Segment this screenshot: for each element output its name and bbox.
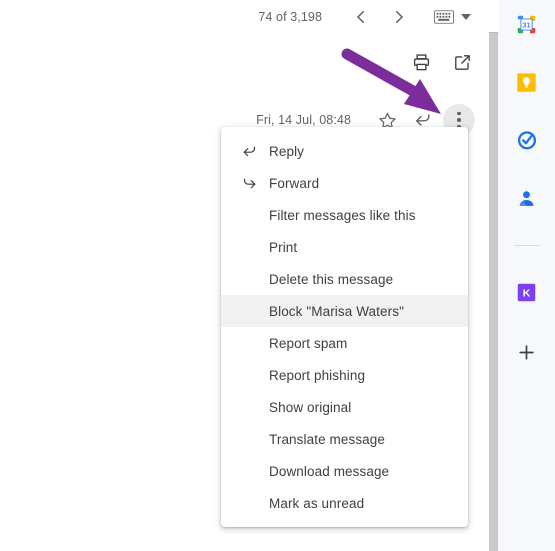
message-date-label: Fri, 14 Jul, 08:48 xyxy=(256,113,351,127)
rail-item-tasks[interactable] xyxy=(507,120,547,160)
keyboard-icon xyxy=(434,9,454,24)
menu-item-label: Filter messages like this xyxy=(269,207,416,223)
keep-notes-addon-icon: K xyxy=(517,283,536,301)
google-keep-icon xyxy=(517,72,536,92)
printer-icon xyxy=(413,54,430,71)
rail-divider xyxy=(513,245,540,246)
chevron-down-icon xyxy=(461,13,471,20)
menu-item-forward[interactable]: Forward xyxy=(221,167,468,199)
three-dots-vertical-icon xyxy=(457,111,461,129)
gmail-message-view: 74 of 3,198 Fri, 14 Jul, 08:48 Reply For… xyxy=(0,0,555,551)
menu-item-delete-this-message[interactable]: Delete this message xyxy=(221,263,468,295)
menu-item-print[interactable]: Print xyxy=(221,231,468,263)
menu-item-download-message[interactable]: Download message xyxy=(221,455,468,487)
forward-arrow-icon xyxy=(241,175,269,192)
message-utility-toolbar xyxy=(412,53,472,72)
keyboard-shortcut-menu[interactable] xyxy=(434,9,471,24)
pagination-toolbar: 74 of 3,198 xyxy=(0,0,489,33)
print-all-button[interactable] xyxy=(412,53,431,72)
rail-item-keep-addon[interactable]: K xyxy=(507,272,547,312)
older-message-button[interactable] xyxy=(348,4,374,30)
menu-item-block-marisa-waters[interactable]: Block "Marisa Waters" xyxy=(221,295,468,327)
scrollbar-thumb[interactable] xyxy=(489,32,498,551)
menu-item-label: Report spam xyxy=(269,335,348,351)
plus-icon xyxy=(519,344,534,360)
rail-item-contacts[interactable] xyxy=(507,178,547,218)
svg-text:31: 31 xyxy=(522,20,530,29)
side-app-rail: 31 K xyxy=(498,0,555,551)
reply-arrow-icon xyxy=(241,143,269,160)
menu-item-reply[interactable]: Reply xyxy=(221,135,468,167)
menu-item-label: Block "Marisa Waters" xyxy=(269,303,404,319)
reading-pane: 74 of 3,198 Fri, 14 Jul, 08:48 Reply For… xyxy=(0,0,497,551)
google-tasks-icon xyxy=(517,131,536,150)
google-contacts-icon xyxy=(519,190,534,206)
menu-item-filter-messages-like-this[interactable]: Filter messages like this xyxy=(221,199,468,231)
menu-item-report-spam[interactable]: Report spam xyxy=(221,327,468,359)
message-count-label: 74 of 3,198 xyxy=(258,9,322,24)
menu-item-label: Delete this message xyxy=(269,271,394,287)
rail-item-add-addon[interactable] xyxy=(507,332,547,372)
open-in-new-icon xyxy=(455,55,470,70)
menu-item-mark-as-unread[interactable]: Mark as unread xyxy=(221,487,468,519)
menu-item-label: Show original xyxy=(269,399,352,415)
menu-item-label: Print xyxy=(269,239,298,255)
google-calendar-icon: 31 xyxy=(517,15,536,33)
menu-item-show-original[interactable]: Show original xyxy=(221,391,468,423)
newer-message-button[interactable] xyxy=(386,4,412,30)
menu-item-label: Report phishing xyxy=(269,367,366,383)
rail-item-calendar[interactable]: 31 xyxy=(507,4,547,44)
menu-item-translate-message[interactable]: Translate message xyxy=(221,423,468,455)
menu-item-label: Forward xyxy=(269,175,320,191)
svg-text:K: K xyxy=(523,287,531,299)
message-more-options-menu: Reply Forward Filter messages like this Pri… xyxy=(221,127,468,527)
rail-item-keep[interactable] xyxy=(507,62,547,102)
menu-item-label: Reply xyxy=(269,143,305,159)
menu-item-report-phishing[interactable]: Report phishing xyxy=(221,359,468,391)
menu-item-label: Mark as unread xyxy=(269,495,365,511)
menu-item-label: Download message xyxy=(269,463,390,479)
open-in-new-window-button[interactable] xyxy=(453,53,472,72)
menu-item-label: Translate message xyxy=(269,431,386,447)
